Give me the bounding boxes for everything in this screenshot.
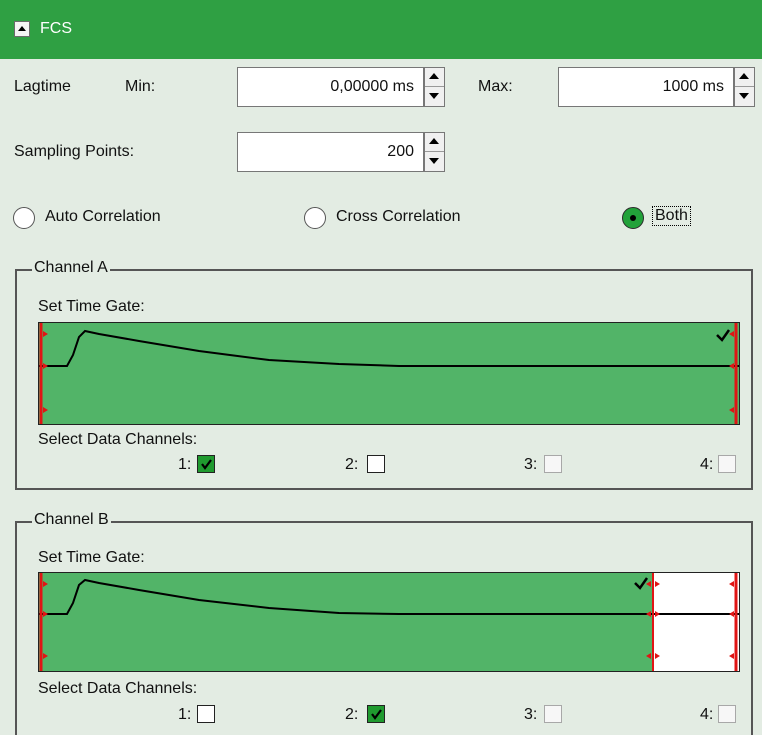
radio-cross-correlation[interactable] [304,207,326,229]
channel-b-ch2-label: 2: [345,706,359,723]
checkmark-icon [371,709,382,720]
channel-b-data-channels-label: Select Data Channels: [38,680,198,697]
channel-a-title: Channel A [32,259,110,277]
channel-b-time-gate[interactable] [38,572,740,672]
decrement-arrow-icon[interactable] [735,87,754,106]
lagtime-max-label: Max: [478,78,513,95]
channel-a-ch4-checkbox [718,455,736,473]
lagtime-min-label: Min: [125,78,156,95]
channel-b-ch3-label: 3: [524,706,538,723]
sampling-points-label: Sampling Points: [14,143,135,160]
channel-b-ch1-label: 1: [178,706,192,723]
sampling-points-spinner[interactable] [424,132,445,172]
channel-b-time-gate-label: Set Time Gate: [38,549,145,566]
both-label[interactable]: Both [652,206,691,226]
channel-a-ch4-label: 4: [700,456,714,473]
channel-b-ch3-checkbox [544,705,562,723]
channel-a-time-gate[interactable] [38,322,740,425]
channel-a-time-gate-label: Set Time Gate: [38,298,145,315]
lagtime-max-spinner[interactable] [734,67,755,107]
channel-b-ch1-checkbox[interactable] [197,705,215,723]
decrement-arrow-icon[interactable] [425,152,444,171]
channel-a-ch2-checkbox[interactable] [367,455,385,473]
channel-a-ch1-checkbox[interactable] [197,455,215,473]
radio-auto-correlation[interactable] [13,207,35,229]
increment-arrow-icon[interactable] [425,133,444,152]
fcs-section-header: FCS [0,0,762,59]
section-title: FCS [40,20,72,37]
lagtime-max-input[interactable]: 1000 ms [558,67,734,107]
lagtime-min-spinner[interactable] [424,67,445,107]
sampling-points-input[interactable]: 200 [237,132,424,172]
decrement-arrow-icon[interactable] [425,87,444,106]
channel-a-ch2-label: 2: [345,456,359,473]
collapse-icon[interactable] [14,21,30,37]
cross-correlation-label[interactable]: Cross Correlation [336,208,460,226]
increment-arrow-icon[interactable] [425,68,444,87]
channel-b-ch4-checkbox [718,705,736,723]
channel-b-title: Channel B [32,511,111,529]
channel-b-ch2-checkbox[interactable] [367,705,385,723]
channel-b-decay-curve [39,573,739,671]
radio-both[interactable] [622,207,644,229]
checkmark-icon [201,459,212,470]
lagtime-label: Lagtime [14,78,71,95]
channel-a-ch3-checkbox [544,455,562,473]
channel-a-ch1-label: 1: [178,456,192,473]
channel-a-decay-curve [39,323,739,424]
increment-arrow-icon[interactable] [735,68,754,87]
channel-b-ch4-label: 4: [700,706,714,723]
auto-correlation-label[interactable]: Auto Correlation [45,208,161,226]
channel-a-data-channels-label: Select Data Channels: [38,431,198,448]
channel-a-ch3-label: 3: [524,456,538,473]
lagtime-min-input[interactable]: 0,00000 ms [237,67,424,107]
